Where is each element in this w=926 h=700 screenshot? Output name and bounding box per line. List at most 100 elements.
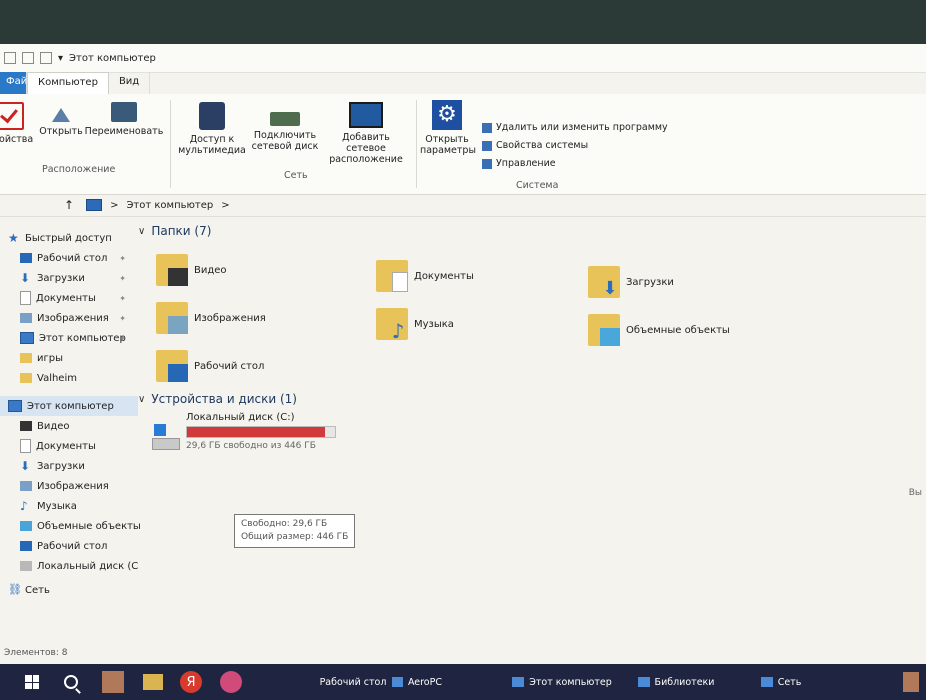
folder-music[interactable]: ♪ Музыка <box>376 308 454 341</box>
yandex-browser-icon: Я <box>180 671 202 693</box>
sidebar-item-quick-access[interactable]: ★ Быстрый доступ <box>0 228 138 248</box>
taskbar-libraries[interactable]: Библиотеки <box>636 664 716 700</box>
map-drive-button[interactable]: Подключить сетевой диск <box>250 102 320 152</box>
manage-icon <box>482 158 492 169</box>
download-icon: ⬇ <box>20 271 31 285</box>
video-icon <box>20 421 32 431</box>
new-folder-quick-icon[interactable] <box>40 52 52 64</box>
taskbar-app-2[interactable] <box>216 664 246 700</box>
folder-downloads[interactable]: ⬇ Загрузки <box>588 266 674 298</box>
sidebar-item-label: Документы <box>36 292 96 304</box>
sidebar-item-label: Сеть <box>25 584 50 596</box>
open-settings-button[interactable]: ⚙ Открыть параметры <box>420 100 476 156</box>
folders-header: Папки (7) <box>151 224 212 238</box>
folder-documents[interactable]: Документы <box>376 260 474 292</box>
devices-section-header[interactable]: ∨ Устройства и диски (1) <box>138 392 297 406</box>
ribbon-tabs: Файл Компьютер Вид <box>0 72 151 94</box>
tab-file[interactable]: Файл <box>0 72 27 94</box>
sidebar-item-valheim[interactable]: Valheim <box>0 368 138 388</box>
programs-icon <box>482 122 492 133</box>
sidebar-item-video[interactable]: Видео <box>0 416 138 436</box>
folder-3d-objects[interactable]: Объемные объекты <box>588 314 730 346</box>
sidebar-item-documents[interactable]: Документы ✦ <box>0 288 138 308</box>
computer-icon <box>86 199 103 211</box>
breadcrumb[interactable]: Этот компьютер <box>126 200 213 211</box>
sidebar-item-label: Документы <box>36 440 96 452</box>
properties-quick-icon[interactable] <box>22 52 34 64</box>
sidebar-item-network[interactable]: ⛓ Сеть <box>0 580 138 600</box>
start-button[interactable] <box>18 664 46 700</box>
properties-icon <box>0 102 24 130</box>
taskbar-yandex[interactable]: Я <box>176 664 206 700</box>
sidebar-item-pc-downloads[interactable]: ⬇ Загрузки <box>0 456 138 476</box>
star-icon: ★ <box>8 231 19 245</box>
taskbar-app-1[interactable] <box>96 664 130 700</box>
sidebar-item-downloads[interactable]: ⬇ Загрузки ✦ <box>0 268 138 288</box>
sidebar-item-this-pc-quick[interactable]: Этот компьютер ✦ <box>0 328 138 348</box>
downloads-folder-icon: ⬇ <box>588 266 620 298</box>
computer-icon <box>512 677 525 687</box>
document-icon <box>20 291 31 305</box>
search-button[interactable] <box>56 664 86 700</box>
tab-view[interactable]: Вид <box>109 72 151 94</box>
sidebar-item-desktop[interactable]: Рабочий стол ✦ <box>0 248 138 268</box>
pin-icon: ✦ <box>119 293 126 303</box>
devices-header: Устройства и диски (1) <box>151 392 297 406</box>
music-folder-icon: ♪ <box>376 308 408 341</box>
media-access-label: Доступ к мультимедиа <box>178 134 246 156</box>
taskbar-explorer[interactable] <box>138 664 168 700</box>
search-icon <box>64 675 78 689</box>
taskbar-this-pc[interactable]: Этот компьютер <box>512 664 612 700</box>
open-button[interactable]: Открыть <box>36 102 86 137</box>
breadcrumb-separator: > <box>221 199 230 211</box>
network-icon: ⛓ <box>8 583 22 596</box>
pictures-icon <box>20 313 32 323</box>
sidebar-item-this-pc[interactable]: Этот компьютер <box>0 396 138 416</box>
taskbar-aeropc[interactable]: AeroPC <box>392 664 442 700</box>
chevron-down-icon: ∨ <box>138 393 146 405</box>
media-access-button[interactable]: Доступ к мультимедиа <box>178 102 246 156</box>
sidebar-item-pc-desktop[interactable]: Рабочий стол <box>0 536 138 556</box>
up-arrow-icon[interactable]: ↑ <box>64 198 74 212</box>
chevron-down-icon: ∨ <box>138 225 146 237</box>
tab-computer[interactable]: Компьютер <box>27 72 109 94</box>
sidebar-item-music[interactable]: ♪ Музыка <box>0 496 138 516</box>
properties-button[interactable]: Свойства <box>0 102 38 145</box>
folders-section-header[interactable]: ∨ Папки (7) <box>138 224 211 238</box>
sidebar-item-3d-objects[interactable]: Объемные объекты <box>0 516 141 536</box>
navigation-pane: ★ Быстрый доступ Рабочий стол ✦ ⬇ Загруз… <box>0 228 141 600</box>
add-network-location-button[interactable]: Добавить сетевое расположение <box>322 102 410 165</box>
taskbar-desktop[interactable]: Рабочий стол <box>318 664 388 700</box>
folder-video[interactable]: Видео <box>156 254 227 286</box>
content-area: ∨ Папки (7) Видео Изображения Рабочий ст… <box>138 216 926 646</box>
uninstall-program-link[interactable]: Удалить или изменить программу <box>482 122 668 133</box>
folder-label: Загрузки <box>626 276 674 288</box>
taskbar-app-3[interactable] <box>900 664 922 700</box>
group-label-system: Система <box>516 180 559 191</box>
computer-icon <box>8 400 22 412</box>
disk-tooltip: Свободно: 29,6 ГБ Общий размер: 446 ГБ <box>234 514 356 548</box>
tooltip-free: Свободно: 29,6 ГБ <box>241 519 328 529</box>
sidebar-item-local-disk[interactable]: Локальный диск (C <box>0 556 138 576</box>
sidebar-item-pc-pictures[interactable]: Изображения <box>0 476 138 496</box>
folder-label: Документы <box>414 270 474 282</box>
ribbon-divider <box>170 100 171 188</box>
address-bar[interactable]: ↑ > Этот компьютер > <box>0 194 926 217</box>
folder-label: Изображения <box>194 312 266 324</box>
sidebar-item-games[interactable]: игры <box>0 348 138 368</box>
desktop-folder-icon <box>156 350 188 382</box>
folder-pictures[interactable]: Изображения <box>156 302 266 334</box>
quick-access-dropdown-icon[interactable]: ▾ <box>58 53 63 64</box>
manage-link[interactable]: Управление <box>482 158 556 169</box>
sidebar-item-pictures[interactable]: Изображения ✦ <box>0 308 138 328</box>
sidebar-item-pc-documents[interactable]: Документы <box>0 436 138 456</box>
rename-button[interactable]: Переименовать <box>84 102 164 137</box>
task-label: Сеть <box>777 676 802 688</box>
document-icon <box>20 439 31 453</box>
system-properties-link[interactable]: Свойства системы <box>482 140 588 151</box>
taskbar-network[interactable]: Сеть <box>756 664 806 700</box>
folder-desktop[interactable]: Рабочий стол <box>156 350 264 382</box>
app-icon <box>220 671 242 693</box>
local-disk-tile[interactable]: Локальный диск (C:) 29,6 ГБ свободно из … <box>152 412 336 451</box>
windows-logo-icon <box>25 675 39 689</box>
